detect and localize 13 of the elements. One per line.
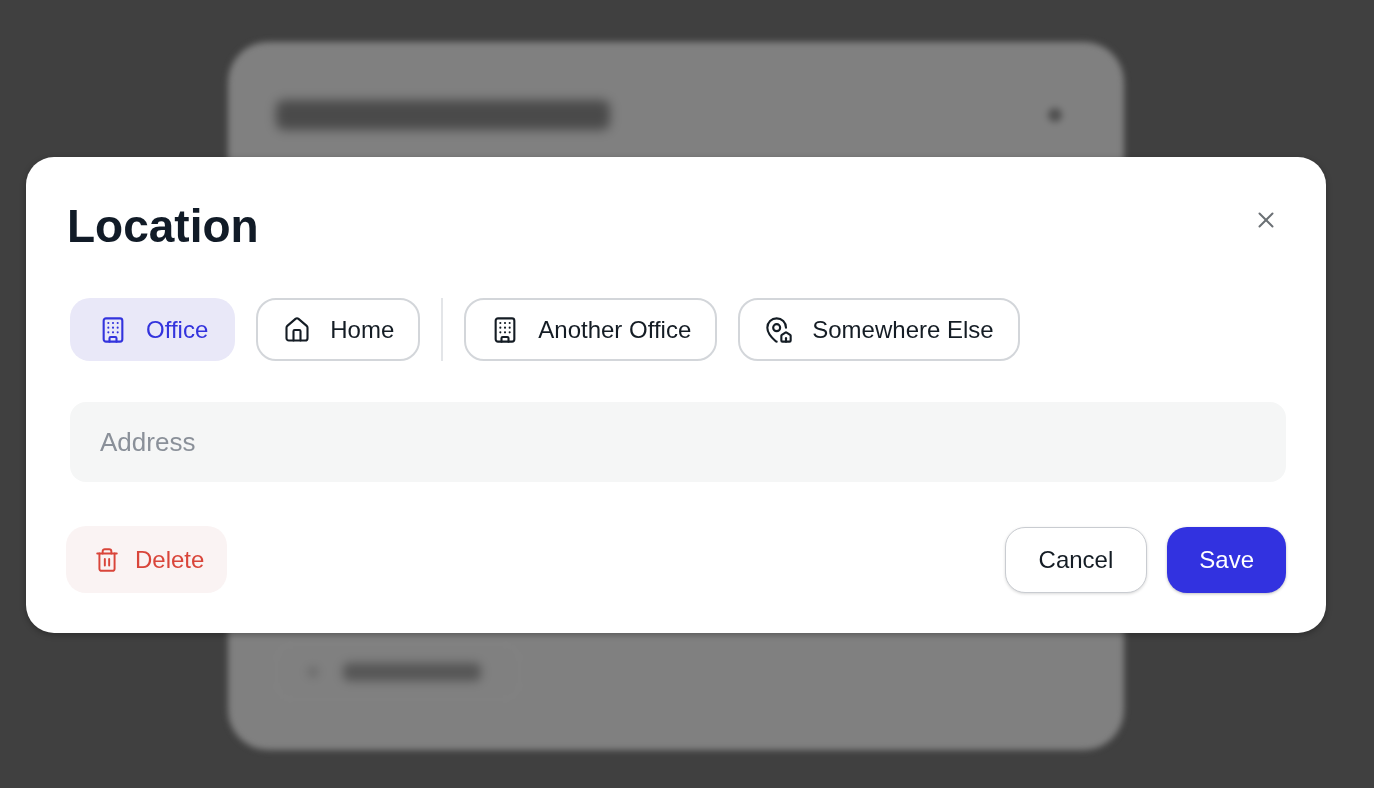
dialog-title: Location: [67, 199, 259, 254]
location-type-chip[interactable]: Office: [70, 298, 236, 361]
trash-icon: [94, 546, 120, 573]
location-type-chip[interactable]: Somewhere Else: [738, 298, 1020, 361]
save-button[interactable]: Save: [1167, 526, 1286, 593]
delete-button[interactable]: Delete: [66, 526, 228, 593]
address-field[interactable]: Address: [70, 402, 1286, 482]
location-type-chip[interactable]: Another Office: [464, 298, 718, 361]
location-type-chip[interactable]: Home: [256, 298, 421, 361]
map-pin-house-icon: [765, 315, 794, 344]
blurred-close-mark: [1048, 108, 1062, 122]
house-icon: [283, 315, 312, 344]
cancel-button[interactable]: Cancel: [1004, 526, 1148, 593]
